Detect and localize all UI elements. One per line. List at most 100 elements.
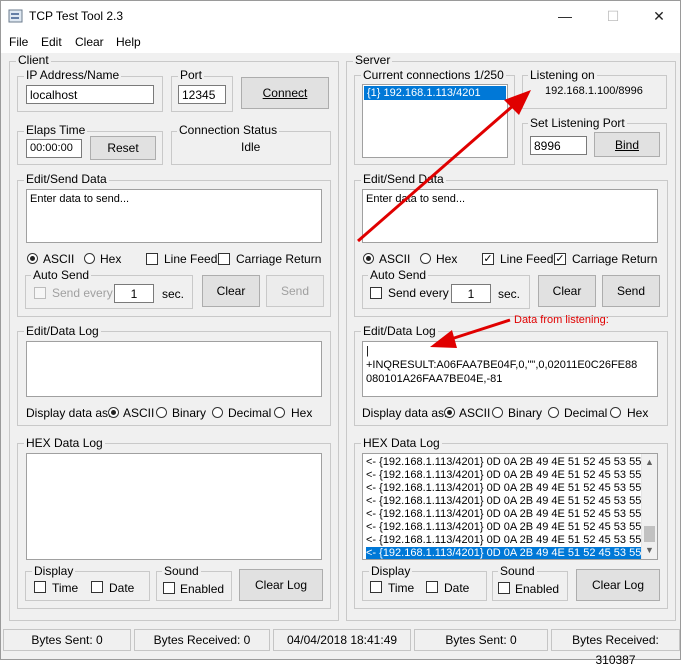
menu-clear[interactable]: Clear	[75, 35, 104, 49]
server-fmt-ascii-radio[interactable]	[444, 407, 455, 418]
server-fmt-decimal-label: Decimal	[564, 406, 608, 420]
server-send-button[interactable]: Send	[602, 275, 660, 307]
server-hex-label: Hex	[436, 252, 458, 266]
server-sec-label: sec.	[498, 287, 521, 301]
client-send-button[interactable]: Send	[266, 275, 324, 307]
client-date-checkbox[interactable]	[91, 581, 103, 593]
server-clear-button[interactable]: Clear	[538, 275, 596, 307]
server-cr-checkbox[interactable]: ✓	[554, 253, 566, 265]
server-sound-checkbox[interactable]	[498, 582, 510, 594]
client-cr-label: Carriage Return	[236, 252, 322, 266]
server-date-label: Date	[444, 581, 470, 595]
client-fmt-hex-label: Hex	[291, 406, 313, 420]
client-send-every-label: Send every	[52, 286, 113, 300]
server-linefeed-checkbox[interactable]: ✓	[482, 253, 494, 265]
conn-status-value: Idle	[241, 140, 261, 154]
maximize-button[interactable]: ☐	[590, 1, 636, 31]
client-time-label: Time	[52, 581, 79, 595]
client-fmt-ascii-radio[interactable]	[108, 407, 119, 418]
server-date-checkbox[interactable]	[426, 581, 438, 593]
log-line: |	[366, 345, 369, 357]
client-time-checkbox[interactable]	[34, 581, 46, 593]
server-time-label: Time	[388, 581, 415, 595]
server-ascii-radio[interactable]	[363, 253, 374, 264]
ip-input[interactable]: localhost	[26, 85, 154, 104]
hex-log-line: <- {192.168.1.113/4201} 0D 0A 2B 49 4E 5…	[366, 508, 642, 520]
menu-bar: File Edit Clear Help	[1, 31, 680, 53]
client-linefeed-checkbox[interactable]	[146, 253, 158, 265]
client-clear-log-button[interactable]: Clear Log	[239, 569, 323, 601]
reset-button[interactable]: Reset	[90, 136, 156, 160]
client-fmt-binary-radio[interactable]	[156, 407, 167, 418]
client-ascii-radio[interactable]	[27, 253, 38, 264]
scroll-up-icon[interactable]: ▲	[642, 454, 657, 470]
port-input[interactable]: 12345	[178, 85, 226, 104]
client-hex-radio[interactable]	[84, 253, 95, 264]
server-sound-enabled-label: Enabled	[515, 582, 560, 596]
server-send-every-checkbox[interactable]	[370, 287, 382, 299]
client-fmt-decimal-radio[interactable]	[212, 407, 223, 418]
client-send-every-checkbox[interactable]	[34, 287, 46, 299]
server-display-as-label: Display data as:	[362, 406, 448, 420]
server-fmt-binary-radio[interactable]	[492, 407, 503, 418]
server-clear-log-button[interactable]: Clear Log	[576, 569, 660, 601]
listening-value: 192.168.1.100/8996	[545, 85, 643, 97]
client-send-textarea[interactable]: Enter data to send...	[26, 189, 322, 243]
scroll-thumb[interactable]	[644, 526, 655, 542]
set-port-label: Set Listening Port	[528, 116, 627, 130]
client-sound-enabled-label: Enabled	[180, 582, 225, 596]
server-hex-radio[interactable]	[420, 253, 431, 264]
connection-item[interactable]: {1} 192.168.1.113/4201	[364, 86, 506, 100]
log-line: +INQRESULT:A06FAA7BE04F,0,"",0,02011E0C2…	[366, 359, 638, 371]
listening-label: Listening on	[528, 68, 597, 82]
close-button[interactable]: ✕	[636, 1, 682, 31]
elaps-time-field: 00:00:00	[26, 139, 82, 158]
conn-status-label: Connection Status	[177, 123, 280, 137]
server-fmt-binary-label: Binary	[508, 406, 543, 420]
status-bytes-received-server: Bytes Received: 310387	[551, 629, 680, 667]
bind-button[interactable]: Bind	[594, 132, 660, 157]
scroll-down-icon[interactable]: ▼	[642, 542, 657, 558]
client-group-label: Client	[16, 53, 51, 67]
hex-log-line-selected: <- {192.168.1.113/4201} 0D 0A 2B 49 4E 5…	[366, 547, 642, 559]
client-cr-checkbox[interactable]	[218, 253, 230, 265]
server-edit-send-label: Edit/Send Data	[361, 172, 446, 186]
client-hex-log-area	[26, 453, 322, 560]
server-hex-log-area[interactable]: <- {192.168.1.113/4201} 0D 0A 2B 49 4E 5…	[362, 453, 658, 560]
status-bytes-sent-server: Bytes Sent: 0	[414, 629, 548, 651]
server-cr-label: Carriage Return	[572, 252, 658, 266]
server-send-textarea[interactable]: Enter data to send...	[362, 189, 658, 243]
connections-list[interactable]: {1} 192.168.1.113/4201	[362, 84, 508, 158]
client-send-every-input[interactable]: 1	[114, 284, 154, 303]
client-edit-send-label: Edit/Send Data	[24, 172, 109, 186]
client-linefeed-label: Line Feed	[164, 252, 218, 266]
menu-file[interactable]: File	[9, 35, 28, 49]
set-port-input[interactable]: 8996	[530, 136, 587, 155]
server-time-checkbox[interactable]	[370, 581, 382, 593]
status-bytes-received-client: Bytes Received: 0	[134, 629, 270, 651]
hex-log-scrollbar[interactable]: ▲ ▼	[641, 454, 657, 559]
app-icon	[8, 9, 23, 23]
status-datetime: 04/04/2018 18:41:49	[273, 629, 411, 651]
client-clear-button[interactable]: Clear	[202, 275, 260, 307]
server-display-label: Display	[369, 564, 413, 578]
server-linefeed-label: Line Feed	[500, 252, 554, 266]
hex-log-line: <- {192.168.1.113/4201} 0D 0A 2B 49 4E 5…	[366, 495, 642, 507]
client-sound-checkbox[interactable]	[163, 582, 175, 594]
server-fmt-hex-radio[interactable]	[610, 407, 621, 418]
hex-log-line: <- {192.168.1.113/4201} 0D 0A 2B 49 4E 5…	[366, 521, 642, 533]
client-display-label: Display	[32, 564, 76, 578]
server-fmt-decimal-radio[interactable]	[548, 407, 559, 418]
client-hex-log-label: HEX Data Log	[24, 436, 105, 450]
client-data-log-label: Edit/Data Log	[24, 324, 101, 338]
menu-help[interactable]: Help	[116, 35, 141, 49]
menu-edit[interactable]: Edit	[41, 35, 62, 49]
server-data-log-area[interactable]: | +INQRESULT:A06FAA7BE04F,0,"",0,02011E0…	[362, 341, 658, 397]
client-fmt-hex-radio[interactable]	[274, 407, 285, 418]
client-fmt-binary-label: Binary	[172, 406, 207, 420]
server-send-every-input[interactable]: 1	[451, 284, 491, 303]
title-bar: TCP Test Tool 2.3 — ☐ ✕	[1, 1, 680, 31]
client-hex-label: Hex	[100, 252, 122, 266]
minimize-button[interactable]: —	[542, 1, 588, 31]
connect-button[interactable]: Connect	[241, 77, 329, 109]
